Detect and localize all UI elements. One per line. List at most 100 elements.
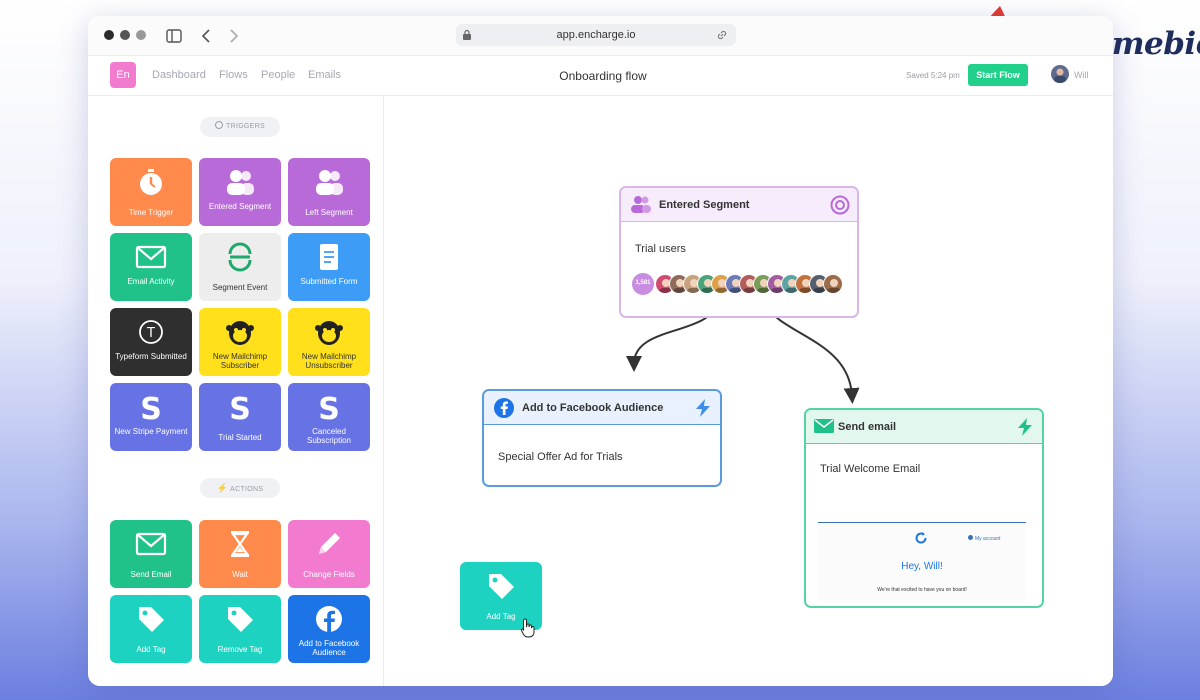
tile-label: Left Segment [305, 208, 353, 217]
segment-member-count: 1,581 [631, 272, 655, 296]
segment-logo-icon [228, 242, 252, 272]
tile-label: Wait [232, 570, 248, 579]
envelope-icon [814, 419, 834, 433]
url-text: app.encharge.io [556, 29, 636, 41]
flow-canvas[interactable]: Entered Segment Trial users 1,581 Add to… [384, 96, 1113, 686]
tile-label: Remove Tag [217, 645, 263, 654]
preview-text: We're that excited to have you on board! [877, 587, 967, 593]
link-icon[interactable] [716, 29, 728, 41]
user-name: Will [1074, 70, 1089, 80]
start-flow-button[interactable]: Start Flow [968, 64, 1028, 86]
hand-cursor-icon [520, 618, 535, 638]
trigger-tile-time-trigger[interactable]: Time Trigger [110, 158, 192, 226]
nav-dashboard[interactable]: Dashboard [152, 69, 206, 81]
tag-icon [139, 607, 164, 632]
lightning-icon [1018, 418, 1032, 436]
trigger-tile-email-activity[interactable]: Email Activity [110, 233, 192, 301]
svg-text:S: S [318, 392, 340, 423]
segment-node-body: Trial users [635, 243, 686, 255]
window-minimize-dot[interactable] [120, 30, 130, 40]
typeform-icon: T [139, 320, 163, 344]
tile-label: Canceled Subscription [306, 427, 352, 445]
window-close-dot[interactable] [104, 30, 114, 40]
users-icon [316, 170, 343, 195]
forward-arrow-icon[interactable] [224, 27, 242, 45]
actions-section-label: ⚡ ACTIONS [200, 478, 280, 498]
bolt-icon: ⚡ [216, 483, 229, 493]
email-preview: My account Hey, Will! We're that excited… [818, 522, 1026, 602]
tile-label: Email Activity [127, 277, 175, 286]
tile-label: Time Trigger [128, 208, 174, 217]
flow-title[interactable]: Onboarding flow [528, 69, 678, 83]
tile-label: New Stripe Payment [114, 427, 188, 436]
trigger-tile-new-mailchimp-unsubscriber[interactable]: New Mailchimp Unsubscriber [288, 308, 370, 376]
account-icon [968, 535, 973, 540]
segment-node-title: Entered Segment [659, 199, 750, 211]
action-tile-add-to-facebook-audience[interactable]: Add to Facebook Audience [288, 595, 370, 663]
nav-flows[interactable]: Flows [219, 69, 248, 81]
segment-node-header: Entered Segment [621, 188, 857, 222]
trigger-tile-canceled-subscription[interactable]: S Canceled Subscription [288, 383, 370, 451]
email-node-body: Trial Welcome Email [820, 463, 921, 475]
trigger-tile-typeform-submitted[interactable]: T Typeform Submitted [110, 308, 192, 376]
send-email-node[interactable]: Send email Trial Welcome Email My accoun… [804, 408, 1044, 608]
facebook-audience-node[interactable]: Add to Facebook Audience Special Offer A… [482, 389, 722, 487]
hourglass-icon [230, 531, 250, 557]
lightning-icon [696, 399, 710, 417]
app-header: En Dashboard Flows People Emails Onboard… [88, 56, 1113, 96]
tile-label: Submitted Form [300, 277, 358, 286]
action-tile-add-tag[interactable]: Add Tag [110, 595, 192, 663]
stripe-icon: S [140, 392, 162, 423]
trigger-tile-segment-event[interactable]: Segment Event [199, 233, 281, 301]
stripe-icon: S [318, 392, 340, 423]
svg-text:T: T [146, 326, 155, 341]
tag-icon [228, 607, 253, 632]
facebook-node-body: Special Offer Ad for Trials [498, 451, 623, 463]
envelope-icon [135, 532, 167, 556]
stopwatch-icon [140, 169, 162, 195]
facebook-icon [494, 398, 514, 418]
refresh-icon [915, 532, 927, 544]
action-tile-change-fields[interactable]: Change Fields [288, 520, 370, 588]
email-node-title: Send email [838, 421, 897, 433]
sidebar-palette: TRIGGERS Time Trigger Entered Segment Left… [96, 96, 384, 686]
mailchimp-icon [315, 321, 343, 345]
tile-label: Change Fields [303, 570, 355, 579]
trigger-tile-new-mailchimp-subscriber[interactable]: New Mailchimp Subscriber [199, 308, 281, 376]
target-icon [215, 121, 224, 129]
tag-icon [489, 574, 514, 599]
saved-status: Saved 5:24 pm [906, 71, 960, 80]
action-tile-remove-tag[interactable]: Remove Tag [199, 595, 281, 663]
sidebar-toggle-icon[interactable] [165, 27, 183, 45]
tile-label: Add Tag [136, 645, 166, 654]
facebook-icon [316, 606, 342, 632]
tile-label: Send Email [130, 570, 172, 579]
address-bar[interactable]: app.encharge.io [456, 24, 736, 46]
trigger-tile-left-segment[interactable]: Left Segment [288, 158, 370, 226]
avatar-person-icon [1054, 68, 1066, 83]
back-arrow-icon[interactable] [198, 27, 216, 45]
tile-label: Entered Segment [208, 202, 272, 211]
svg-text:S: S [229, 392, 251, 423]
pencil-icon [319, 533, 340, 554]
trigger-tile-submitted-form[interactable]: Submitted Form [288, 233, 370, 301]
nav-emails[interactable]: Emails [308, 69, 341, 81]
trigger-tile-trial-started[interactable]: S Trial Started [199, 383, 281, 451]
facebook-node-header: Add to Facebook Audience [484, 391, 720, 425]
facebook-node-title: Add to Facebook Audience [522, 402, 664, 414]
segment-node[interactable]: Entered Segment Trial users 1,581 [619, 186, 859, 318]
action-tile-send-email[interactable]: Send Email [110, 520, 192, 588]
action-tile-wait[interactable]: Wait [199, 520, 281, 588]
browser-toolbar: app.encharge.io [88, 16, 1113, 56]
form-icon [320, 244, 338, 270]
target-icon [830, 195, 850, 215]
trigger-tile-new-stripe-payment[interactable]: S New Stripe Payment [110, 383, 192, 451]
app-logo[interactable]: En [110, 62, 136, 88]
nav-people[interactable]: People [261, 69, 295, 81]
trigger-tile-entered-segment[interactable]: Entered Segment [199, 158, 281, 226]
svg-text:S: S [140, 392, 162, 423]
email-node-header: Send email [806, 410, 1042, 444]
users-icon [227, 170, 254, 195]
user-avatar[interactable] [1051, 65, 1069, 83]
window-zoom-dot[interactable] [136, 30, 146, 40]
